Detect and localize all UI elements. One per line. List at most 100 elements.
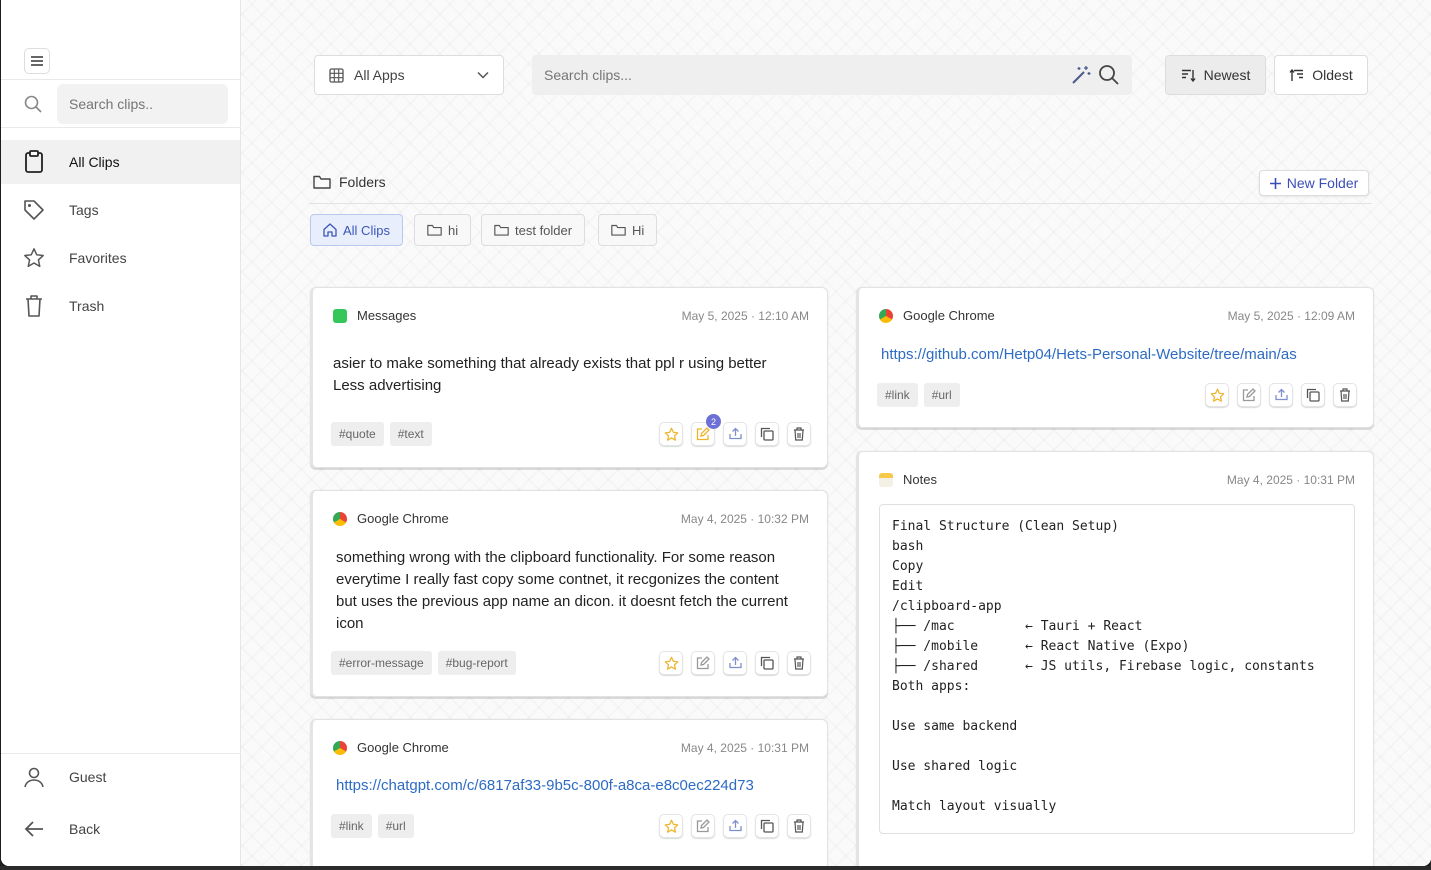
tag-chip[interactable]: #url: [377, 814, 414, 838]
divider: [1, 127, 241, 128]
clip-header: Google Chrome May 4, 2025 · 10:31 PM: [333, 740, 809, 755]
edit-button[interactable]: [691, 651, 715, 675]
user-icon: [21, 764, 47, 790]
clip-link[interactable]: https://github.com/Hetp04/Hets-Personal-…: [881, 346, 1355, 363]
clip-card[interactable]: Messages May 5, 2025 · 12:10 AM asier to…: [310, 287, 828, 468]
magic-wand-icon[interactable]: [1070, 64, 1092, 86]
sidebar-item-favorites[interactable]: Favorites: [1, 236, 240, 280]
folder-chip-all-clips[interactable]: All Clips: [310, 214, 403, 246]
clip-link[interactable]: https://chatgpt.com/c/6817af33-9b5c-800f…: [336, 777, 817, 794]
folder-chip-label: All Clips: [343, 222, 390, 238]
clip-card[interactable]: Google Chrome May 4, 2025 · 10:32 PM som…: [310, 490, 828, 697]
search-icon[interactable]: [1098, 64, 1120, 86]
new-folder-button[interactable]: New Folder: [1259, 170, 1369, 196]
divider: [309, 203, 1372, 204]
tag-chip[interactable]: #link: [877, 383, 918, 407]
share-button[interactable]: [723, 651, 747, 675]
divider: [1, 79, 241, 80]
favorite-button[interactable]: [659, 651, 683, 675]
folder-chip-label: Hi: [632, 222, 645, 238]
folder-icon: [611, 224, 626, 236]
trash-icon: [794, 427, 804, 441]
sidebar-item-tags[interactable]: Tags: [1, 188, 240, 232]
sidebar-item-label: Favorites: [69, 250, 127, 266]
menu-toggle-button[interactable]: [24, 48, 50, 74]
clip-card[interactable]: Google Chrome May 4, 2025 · 10:31 PM htt…: [310, 719, 828, 866]
star-icon: [664, 427, 678, 441]
new-folder-label: New Folder: [1286, 175, 1359, 191]
back-button[interactable]: Back: [1, 807, 240, 851]
copy-icon: [1306, 388, 1320, 402]
star-icon: [664, 819, 678, 833]
favorite-button[interactable]: [1205, 383, 1229, 407]
star-icon: [21, 245, 47, 271]
tag-chip[interactable]: #link: [331, 814, 372, 838]
folder-chip-hi-2[interactable]: Hi: [598, 214, 658, 246]
divider: [1, 753, 241, 754]
clip-actions: [651, 814, 811, 838]
app-window: All Clips Tags Favorites Trash Guest Bac…: [1, 0, 1431, 866]
tag-chip[interactable]: #text: [389, 422, 432, 446]
sidebar-search-input[interactable]: [57, 84, 228, 124]
edit-icon: [696, 656, 710, 670]
sidebar-item-all-clips[interactable]: All Clips: [1, 140, 240, 184]
clip-actions: [651, 651, 811, 675]
trash-icon: [1340, 388, 1350, 402]
sort-oldest-button[interactable]: Oldest: [1274, 55, 1368, 95]
clip-date: May 4, 2025 · 10:32 PM: [680, 511, 809, 526]
sidebar: All Clips Tags Favorites Trash Guest Bac…: [1, 0, 241, 866]
sort-newest-label: Newest: [1203, 67, 1251, 83]
copy-button[interactable]: [755, 422, 779, 446]
favorite-button[interactable]: [659, 422, 683, 446]
grid-icon: [329, 67, 344, 83]
clip-code-block: Final Structure (Clean Setup) bash Copy …: [879, 504, 1355, 834]
edit-icon: [1242, 388, 1256, 402]
share-button[interactable]: [723, 422, 747, 446]
delete-button[interactable]: [1333, 383, 1357, 407]
clip-tags: #error-message #bug-report: [331, 651, 522, 675]
clip-tags: #link #url: [331, 814, 420, 838]
delete-button[interactable]: [787, 814, 811, 838]
notes-app-icon: [879, 472, 893, 487]
tag-chip[interactable]: #error-message: [331, 651, 432, 675]
copy-button[interactable]: [1301, 383, 1325, 407]
edit-button[interactable]: [691, 814, 715, 838]
edit-button[interactable]: 2: [691, 414, 721, 446]
clip-content: asier to make something that already exi…: [333, 353, 807, 397]
share-icon: [728, 656, 742, 669]
edit-icon: [696, 427, 710, 441]
user-profile[interactable]: Guest: [1, 755, 240, 799]
app-filter-select[interactable]: All Apps: [314, 55, 504, 95]
clip-app-name: Messages: [357, 308, 417, 323]
share-button[interactable]: [723, 814, 747, 838]
favorite-button[interactable]: [659, 814, 683, 838]
clip-content: something wrong with the clipboard funct…: [336, 549, 788, 632]
folder-chip-hi[interactable]: hi: [414, 214, 472, 246]
back-label: Back: [69, 821, 101, 837]
copy-button[interactable]: [755, 814, 779, 838]
sort-newest-button[interactable]: Newest: [1165, 55, 1266, 95]
tag-chip[interactable]: #bug-report: [437, 651, 516, 675]
clip-app-name: Google Chrome: [903, 308, 995, 323]
edit-count-badge: 2: [706, 414, 721, 429]
delete-button[interactable]: [787, 422, 811, 446]
chrome-app-icon: [879, 308, 893, 323]
search-icon: [24, 95, 42, 113]
tag-chip[interactable]: #quote: [331, 422, 384, 446]
clip-card[interactable]: Google Chrome May 5, 2025 · 12:09 AM htt…: [856, 287, 1374, 428]
clip-card[interactable]: Notes May 4, 2025 · 10:31 PM Final Struc…: [856, 451, 1374, 866]
delete-button[interactable]: [787, 651, 811, 675]
copy-button[interactable]: [755, 651, 779, 675]
folder-icon: [313, 175, 331, 189]
tag-chip[interactable]: #url: [923, 383, 960, 407]
clip-header: Google Chrome May 4, 2025 · 10:32 PM: [333, 511, 809, 526]
edit-button[interactable]: [1237, 383, 1261, 407]
clip-app-name: Google Chrome: [357, 511, 449, 526]
trash-icon: [794, 656, 804, 670]
share-icon: [1274, 388, 1288, 401]
sidebar-item-trash[interactable]: Trash: [1, 284, 240, 328]
clip-date: May 4, 2025 · 10:31 PM: [680, 740, 809, 755]
folder-chip-test-folder[interactable]: test folder: [481, 214, 586, 246]
clip-search-input[interactable]: [544, 67, 1070, 83]
share-button[interactable]: [1269, 383, 1293, 407]
